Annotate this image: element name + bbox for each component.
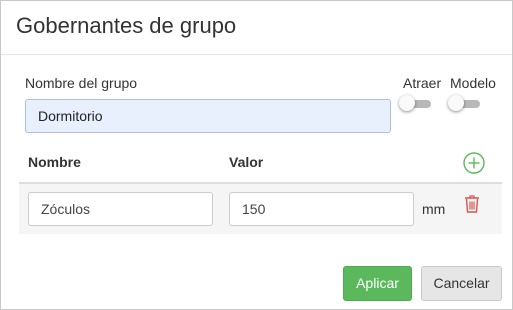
dialog-title: Gobernantes de grupo <box>16 13 237 38</box>
rule-value-input[interactable]: 150 <box>229 192 414 226</box>
toggle-atraer[interactable] <box>399 95 431 111</box>
toggle-label-modelo: Modelo <box>450 75 496 91</box>
toggle-label-atraer: Atraer <box>403 75 442 91</box>
group-name-input[interactable]: Dormitorio <box>25 99 391 133</box>
toggle-modelo[interactable] <box>448 95 480 111</box>
column-header-value: Valor <box>229 154 264 170</box>
column-header-name: Nombre <box>28 154 81 170</box>
toggle-knob <box>399 95 415 111</box>
dialog-header: Gobernantes de grupo <box>1 1 512 55</box>
apply-button[interactable]: Aplicar <box>343 266 412 301</box>
group-name-label: Nombre del grupo <box>25 75 138 91</box>
trash-icon[interactable] <box>463 194 481 214</box>
unit-label: mm <box>422 201 446 217</box>
plus-circle-icon[interactable] <box>463 152 485 174</box>
table-header: Nombre Valor <box>19 145 502 184</box>
rule-name-input[interactable]: Zóculos <box>28 192 213 226</box>
group-rulers-dialog: Gobernantes de grupo Nombre del grupo Do… <box>0 0 513 310</box>
toggle-knob <box>448 95 464 111</box>
cancel-button[interactable]: Cancelar <box>421 266 502 301</box>
table-row: Zóculos 150 mm <box>19 184 502 234</box>
